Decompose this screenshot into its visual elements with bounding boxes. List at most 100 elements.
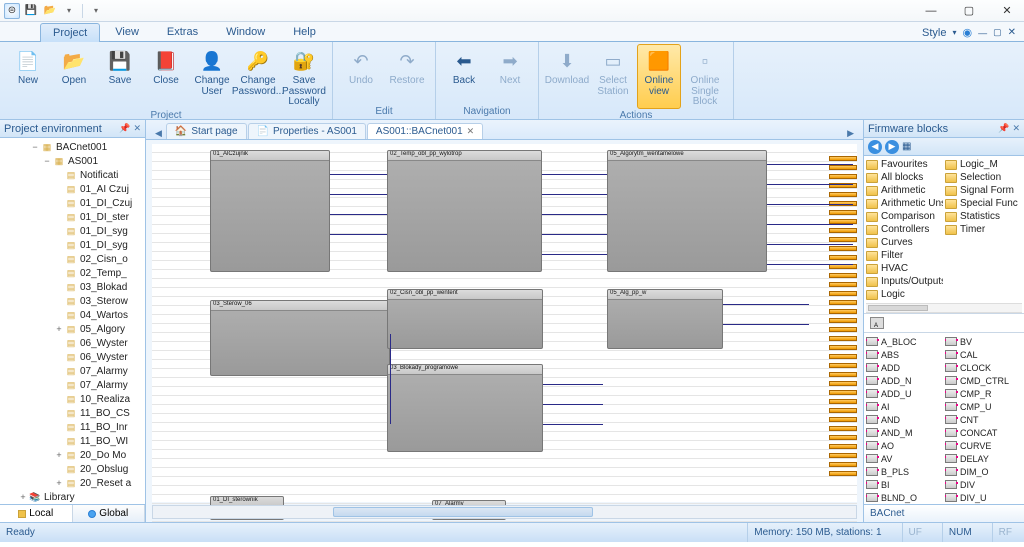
- tree-expander-icon[interactable]: +: [18, 492, 28, 502]
- firmware-block[interactable]: DIV_U: [945, 491, 1022, 504]
- firmware-block[interactable]: CMD_CTRL: [945, 374, 1022, 387]
- tree-expander-icon[interactable]: +: [54, 324, 64, 334]
- doc-tab[interactable]: AS001::BACnet001✕: [367, 123, 483, 139]
- firmware-block[interactable]: AI: [866, 400, 943, 413]
- tree-item[interactable]: ▤01_DI_ster: [0, 210, 145, 224]
- tree-item[interactable]: +▤05_Algory: [0, 322, 145, 336]
- block-category[interactable]: Timer: [945, 223, 1022, 236]
- block-category[interactable]: Favourites: [866, 158, 943, 171]
- tab-local[interactable]: Local: [0, 505, 73, 522]
- block-category[interactable]: Comparison: [866, 210, 943, 223]
- tree-item[interactable]: ▤03_Sterow: [0, 294, 145, 308]
- online-view-button[interactable]: 🟧Online view: [637, 44, 681, 109]
- block-category[interactable]: Signal Form: [945, 184, 1022, 197]
- tab-nav-left-icon[interactable]: ◀: [152, 128, 165, 139]
- tree-item[interactable]: −▦AS001: [0, 154, 145, 168]
- firmware-block[interactable]: BV: [945, 335, 1022, 348]
- panel-close-icon[interactable]: ✕: [1012, 123, 1020, 134]
- qat-dropdown-icon[interactable]: ▾: [61, 3, 77, 19]
- nav-back-icon[interactable]: ◀: [868, 140, 882, 154]
- tree-item[interactable]: +▤20_Do Mo: [0, 448, 145, 462]
- doc-tab[interactable]: 📄Properties - AS001: [248, 123, 366, 139]
- change-password--button[interactable]: 🔑Change Password...: [236, 44, 280, 109]
- tree-item[interactable]: ▤07_Alarmy: [0, 364, 145, 378]
- block-category-list[interactable]: FavouritesLogic_MAll blocksSelectionArit…: [864, 156, 1024, 303]
- firmware-block[interactable]: CAL: [945, 348, 1022, 361]
- qat-open-icon[interactable]: 📂: [42, 3, 58, 19]
- block-category[interactable]: Arithmetic: [866, 184, 943, 197]
- firmware-block[interactable]: AV: [866, 452, 943, 465]
- block-category[interactable]: Special Func: [945, 197, 1022, 210]
- style-dropdown[interactable]: Style ▾ ◉ — ▢ ✕: [922, 26, 1024, 41]
- tab-nav-right-icon[interactable]: ▶: [844, 128, 857, 139]
- firmware-block[interactable]: ADD_N: [866, 374, 943, 387]
- menu-tab-project[interactable]: Project: [40, 23, 100, 42]
- firmware-block-grid[interactable]: A_BLOCBVABSCALADDCLOCKADD_NCMD_CTRLADD_U…: [864, 333, 1024, 504]
- ribbon-minimize-icon[interactable]: —: [978, 28, 987, 38]
- menu-tab-view[interactable]: View: [102, 22, 152, 41]
- ribbon-close-icon[interactable]: ✕: [1008, 27, 1016, 38]
- diagram-block[interactable]: 03_Blokady_programowe: [387, 364, 543, 452]
- tree-item[interactable]: ▤01_DI_Czuj: [0, 196, 145, 210]
- horizontal-scrollbar[interactable]: [152, 505, 857, 519]
- category-scrollbar[interactable]: [866, 303, 1022, 313]
- pin-icon[interactable]: 📌: [998, 123, 1009, 134]
- save-password-locally-button[interactable]: 🔐Save Password Locally: [282, 44, 326, 109]
- close-button[interactable]: 📕Close: [144, 44, 188, 109]
- new-button[interactable]: 📄New: [6, 44, 50, 109]
- tree-item[interactable]: ▤06_Wyster: [0, 336, 145, 350]
- diagram-block[interactable]: 05_Alg_pp_w: [607, 289, 723, 349]
- change-user-button[interactable]: 👤Change User: [190, 44, 234, 109]
- close-icon[interactable]: ✕: [467, 126, 475, 137]
- tree-expander-icon[interactable]: +: [54, 478, 64, 488]
- firmware-block[interactable]: AO: [866, 439, 943, 452]
- firmware-block[interactable]: CMP_R: [945, 387, 1022, 400]
- tree-item[interactable]: ▤02_Temp_: [0, 266, 145, 280]
- tree-item[interactable]: ▤Notificati: [0, 168, 145, 182]
- scrollbar-thumb[interactable]: [333, 507, 593, 517]
- scrollbar-thumb[interactable]: [868, 305, 928, 311]
- tree-item[interactable]: ▤03_Blokad: [0, 280, 145, 294]
- tree-expander-icon[interactable]: −: [30, 142, 40, 152]
- block-category[interactable]: Curves: [866, 236, 943, 249]
- tree-item[interactable]: ▤11_BO_WI: [0, 434, 145, 448]
- tree-item[interactable]: −▦BACnet001: [0, 140, 145, 154]
- tree-item[interactable]: +📚Library: [0, 490, 145, 504]
- block-category[interactable]: Controllers: [866, 223, 943, 236]
- back-button[interactable]: ⬅Back: [442, 44, 486, 105]
- firmware-bottom-tab[interactable]: BACnet: [864, 504, 1024, 522]
- block-category[interactable]: Arithmetic Unsigned: [866, 197, 943, 210]
- firmware-block[interactable]: CMP_U: [945, 400, 1022, 413]
- panel-close-icon[interactable]: ✕: [133, 123, 141, 134]
- block-category[interactable]: Inputs/Outputs: [866, 275, 943, 288]
- open-button[interactable]: 📂Open: [52, 44, 96, 109]
- block-category[interactable]: Statistics: [945, 210, 1022, 223]
- diagram-block[interactable]: 02_Cisn_obl_pp_wentent: [387, 289, 543, 349]
- tree-item[interactable]: ▤10_Realiza: [0, 392, 145, 406]
- block-category[interactable]: Selection: [945, 171, 1022, 184]
- firmware-block[interactable]: CURVE: [945, 439, 1022, 452]
- tree-item[interactable]: +▤20_Reset a: [0, 476, 145, 490]
- close-button[interactable]: ✕: [994, 2, 1020, 20]
- tree-item[interactable]: ▤06_Wyster: [0, 350, 145, 364]
- firmware-block[interactable]: DIV: [945, 478, 1022, 491]
- qat-save-icon[interactable]: 💾: [23, 3, 39, 19]
- block-category[interactable]: All blocks: [866, 171, 943, 184]
- tree-expander-icon[interactable]: −: [42, 156, 52, 166]
- diagram-block[interactable]: 03_Sterow_06: [210, 300, 390, 376]
- firmware-block[interactable]: AND: [866, 413, 943, 426]
- tree-item[interactable]: ▤01_DI_syg: [0, 224, 145, 238]
- block-category[interactable]: Logic_M: [945, 158, 1022, 171]
- block-category[interactable]: Logic: [866, 288, 943, 301]
- project-tree[interactable]: −▦BACnet001−▦AS001▤Notificati▤01_AI Czuj…: [0, 138, 145, 504]
- qat-customize-icon[interactable]: ▾: [88, 3, 104, 19]
- help-icon[interactable]: ◉: [962, 26, 972, 39]
- firmware-block[interactable]: ADD: [866, 361, 943, 374]
- menu-tab-window[interactable]: Window: [213, 22, 278, 41]
- maximize-button[interactable]: ▢: [956, 2, 982, 20]
- tree-item[interactable]: ▤04_Wartos: [0, 308, 145, 322]
- diagram-block[interactable]: 01_AlCzujnik: [210, 150, 330, 272]
- pin-icon[interactable]: 📌: [119, 123, 130, 134]
- menu-tab-help[interactable]: Help: [280, 22, 329, 41]
- firmware-block[interactable]: ADD_U: [866, 387, 943, 400]
